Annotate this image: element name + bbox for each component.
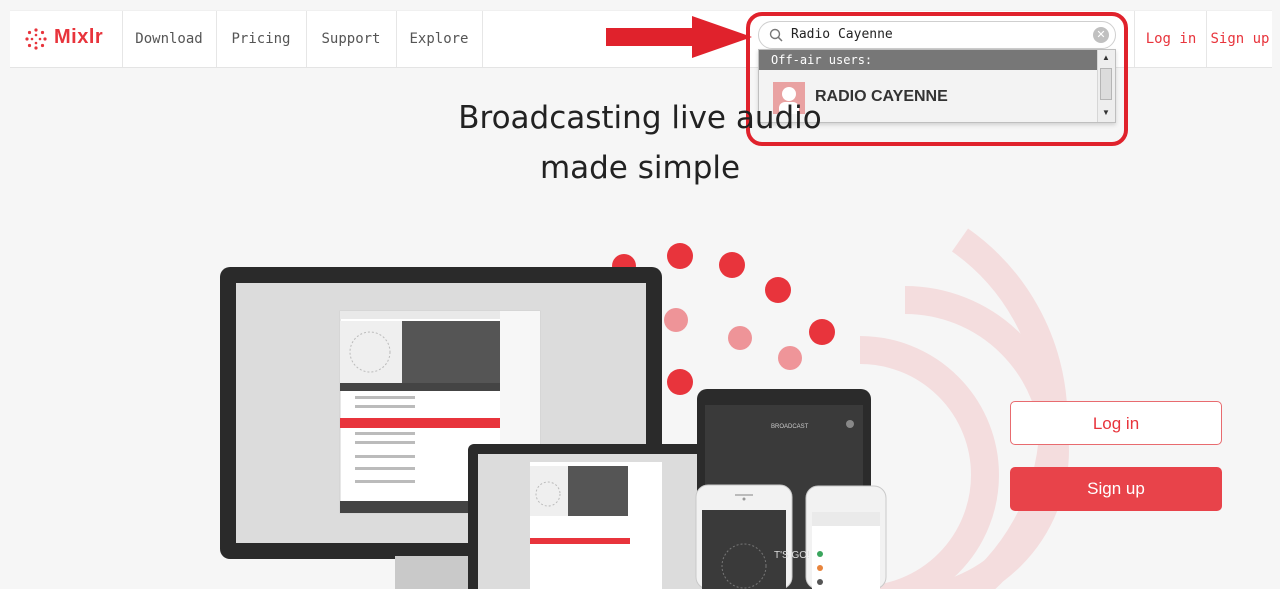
phone-text: T'S GO!: [774, 550, 810, 561]
mixlr-dots-icon: [25, 28, 47, 50]
nav-signup[interactable]: Sign up: [1206, 11, 1273, 67]
dot: [765, 277, 791, 303]
nav-explore[interactable]: Explore: [396, 11, 483, 67]
dot: [667, 243, 693, 269]
login-button[interactable]: Log in: [1010, 401, 1222, 445]
hero-title-line1: Broadcasting live audio: [458, 100, 822, 136]
dot: [667, 369, 693, 395]
nav-login[interactable]: Log in: [1134, 11, 1207, 67]
nav-support[interactable]: Support: [306, 11, 397, 67]
signup-button[interactable]: Sign up: [1010, 467, 1222, 511]
tablet-title: BROADCAST: [771, 424, 809, 430]
annotation-arrow: [606, 16, 752, 58]
mixlr-logo[interactable]: Mixlr: [10, 11, 123, 67]
nav-download[interactable]: Download: [122, 11, 217, 67]
hero-title-line2: made simple: [539, 150, 741, 186]
brand-name: Mixlr: [54, 26, 104, 48]
dot: [719, 252, 745, 278]
dot: [809, 319, 835, 345]
nav-pricing[interactable]: Pricing: [216, 11, 307, 67]
